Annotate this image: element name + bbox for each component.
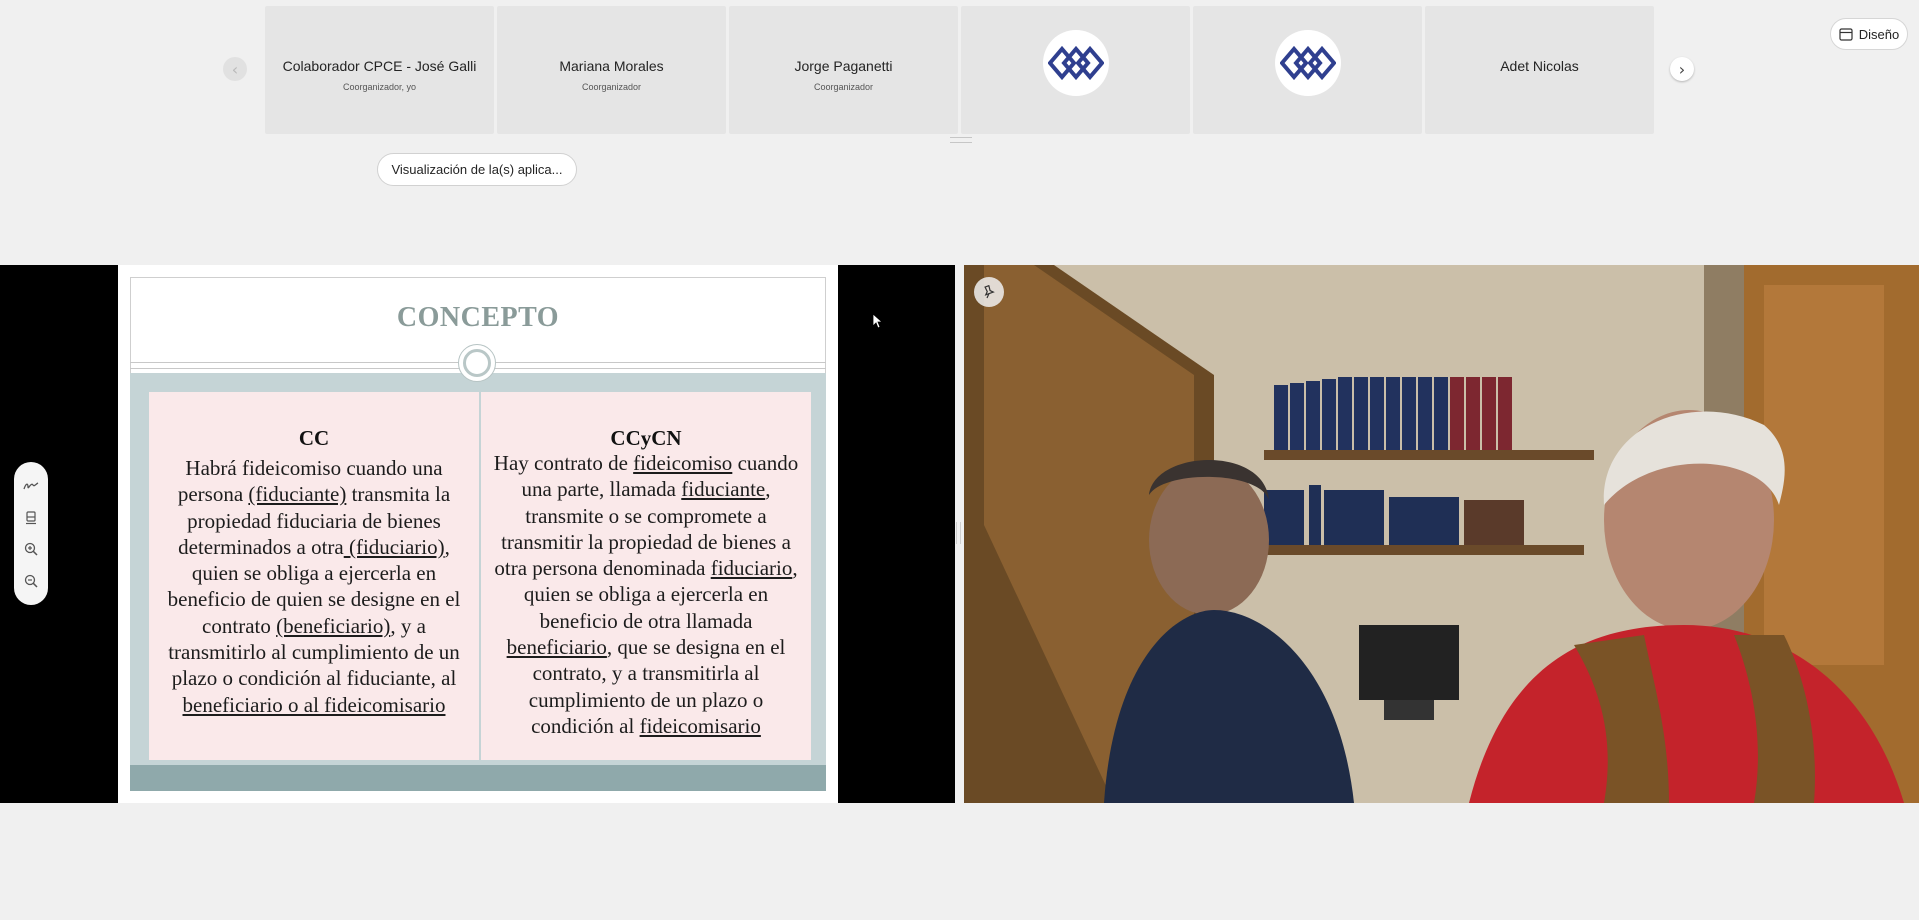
app-view-button[interactable]: Visualización de la(s) aplica...: [377, 153, 577, 186]
pin-video-button[interactable]: [974, 277, 1004, 307]
participant-tile[interactable]: [961, 6, 1190, 134]
participant-role: Coorganizador, yo: [342, 82, 417, 92]
design-layout-button[interactable]: Diseño: [1830, 18, 1908, 50]
title-ring-ornament: [458, 344, 496, 382]
participant-name: Adet Nicolas: [1500, 58, 1579, 74]
slide-tools-toolbar: [14, 462, 48, 605]
presentation-slide: CONCEPTO CC Habrá fideicomiso cuando una…: [118, 265, 838, 803]
participant-tile[interactable]: [1193, 6, 1422, 134]
column-body: Hay contrato de fideicomiso cuando una p…: [493, 451, 799, 738]
zoom-out-icon[interactable]: [22, 572, 40, 590]
participant-role: Coorganizador: [581, 82, 642, 92]
participant-tile[interactable]: Mariana Morales Coorganizador: [497, 6, 726, 134]
slide-title: CONCEPTO: [396, 302, 560, 333]
eraser-icon[interactable]: [22, 509, 40, 527]
pen-icon[interactable]: [22, 477, 40, 495]
chevron-right-icon: ›: [1678, 59, 1686, 79]
participant-name: Colaborador CPCE - José Galli: [282, 58, 477, 74]
mouse-cursor-icon: [872, 313, 882, 329]
app-view-label: Visualización de la(s) aplica...: [391, 162, 563, 177]
participant-tile[interactable]: Colaborador CPCE - José Galli Coorganiza…: [265, 6, 494, 134]
strip-resize-handle[interactable]: [950, 137, 972, 143]
slide-column-cc: CC Habrá fideicomiso cuando una persona …: [149, 392, 479, 760]
cpce-logo-icon: [1048, 45, 1104, 81]
slide-bottom-band: [130, 765, 826, 791]
participant-avatar: [1043, 30, 1109, 96]
participant-tile[interactable]: Adet Nicolas: [1425, 6, 1654, 134]
shared-content-area: CONCEPTO CC Habrá fideicomiso cuando una…: [0, 265, 955, 803]
video-feed-image: [964, 265, 1919, 803]
column-body: Habrá fideicomiso cuando una persona (fi…: [167, 456, 461, 717]
column-heading: CCyCN: [610, 426, 682, 450]
next-participants-button[interactable]: ›: [1670, 57, 1694, 81]
cpce-logo-icon: [1280, 45, 1336, 81]
participant-role: Coorganizador: [813, 82, 874, 92]
stage-split-handle[interactable]: [956, 522, 961, 544]
design-button-label: Diseño: [1858, 26, 1900, 42]
participant-avatar: [1275, 30, 1341, 96]
pin-icon: [984, 285, 995, 299]
participant-video: [964, 265, 1919, 803]
participant-name: Mariana Morales: [559, 58, 664, 74]
participant-name: Jorge Paganetti: [794, 58, 893, 74]
chevron-left-icon: ‹: [231, 59, 239, 79]
column-heading: CC: [298, 426, 330, 450]
participant-tile[interactable]: Jorge Paganetti Coorganizador: [729, 6, 958, 134]
slide-column-ccycn: CCyCN Hay contrato de fideicomiso cuando…: [481, 392, 811, 760]
previous-participants-button[interactable]: ‹: [223, 57, 247, 81]
calendar-layout-icon: [1839, 27, 1853, 41]
zoom-in-icon[interactable]: [22, 540, 40, 558]
